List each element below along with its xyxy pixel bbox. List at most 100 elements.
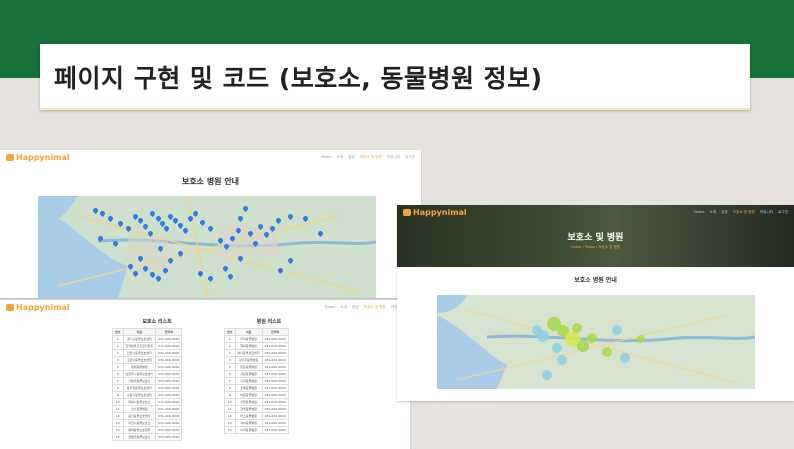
map-cluster-marker[interactable] — [532, 325, 542, 335]
nav-about[interactable]: 소개 — [709, 210, 716, 215]
nav-shelter-hospital[interactable]: 보호소 및 병원 — [364, 305, 386, 310]
col-header: 번호 — [112, 328, 124, 336]
table-row: 14 평택동물보호센터 031-000-0000 — [112, 426, 183, 434]
table-cell: 양평군동물보호소 — [122, 433, 157, 441]
table-row: 3 인천시동물보호센터 032-000-0000 — [112, 349, 183, 357]
hospital-table: 번호 이름 연락처 1 우리동물병원 031-000-0000 2 행복동물병원 031-… — [224, 328, 289, 434]
nav-home[interactable]: Home — [325, 305, 336, 310]
nav-adopt[interactable]: 입양 — [721, 210, 728, 215]
map-cluster-marker[interactable] — [612, 325, 622, 335]
table-row: 4 강아지동물병원 031-000-0000 — [224, 356, 289, 364]
table-row: 6 사랑동물병원 031-000-0000 — [224, 370, 289, 378]
table-cell: 누리동물병원 — [234, 426, 263, 434]
nav-community[interactable]: 커뮤니티 — [760, 210, 773, 215]
nav-community[interactable]: 커뮤니티 — [387, 155, 400, 160]
table-cell: 031-000-0000 — [155, 363, 183, 371]
screenshot-map-page: Happynimal Home 소개 입양 보호소 및 병원 커뮤니티 로그인 … — [0, 150, 421, 298]
table-cell: 사랑동물병원 — [234, 370, 263, 378]
table-cell: 031-000-0000 — [155, 342, 183, 350]
table-cell: 6 — [112, 370, 124, 378]
table-cell: 031-000-0000 — [261, 363, 289, 371]
table-cell: 강아지동물병원 — [234, 356, 263, 364]
table-cell: 031-000-0000 — [261, 342, 289, 350]
nav-home[interactable]: Home — [321, 155, 332, 160]
table-cell: 9 — [224, 391, 236, 399]
table-cell: 031-000-0000 — [155, 412, 183, 420]
map-background — [437, 295, 755, 389]
table-cell: 031-000-0000 — [155, 419, 183, 427]
table-cell: 031-000-0000 — [261, 384, 289, 392]
table-cell: 13 — [112, 419, 124, 427]
table-cell: 화성시동물보호소 — [122, 398, 157, 406]
map-cluster-marker[interactable] — [602, 347, 612, 357]
table-cell: 초록동물병원 — [234, 384, 263, 392]
table-cell: 4 — [112, 356, 124, 364]
nav-shelter-hospital[interactable]: 보호소 및 병원 — [360, 155, 382, 160]
map-cluster-marker[interactable] — [587, 333, 597, 343]
map-cluster-marker[interactable] — [577, 340, 589, 352]
table-cell: 나비동물병원 — [234, 377, 263, 385]
paw-icon — [6, 153, 14, 161]
map-cluster-marker[interactable] — [552, 343, 562, 353]
cluster-map[interactable] — [437, 295, 755, 389]
brand-logo-3[interactable]: Happynimal — [403, 208, 467, 217]
nav-adopt[interactable]: 입양 — [348, 155, 355, 160]
nav-shelter-hospital[interactable]: 보호소 및 병원 — [733, 210, 755, 215]
table-row: 6 남양주시동물보호센터 031-000-0000 — [112, 370, 183, 378]
nav-about[interactable]: 소개 — [336, 155, 343, 160]
table-row: 5 튼튼동물병원 031-000-0000 — [224, 363, 289, 371]
table-row: 11 한빛동물병원 031-000-0000 — [224, 405, 289, 413]
table-cell: 행복동물병원 — [234, 342, 263, 350]
brand-logo[interactable]: Happynimal — [6, 153, 70, 162]
col-header: 이름 — [234, 328, 263, 336]
slide-title: 페이지 구현 및 코드 (보호소, 동물병원 정보) — [54, 64, 543, 93]
table-row: 10 서울동물병원 031-000-0000 — [224, 398, 289, 406]
table-cell: 한국동물구조관리협회 — [122, 342, 157, 350]
table-cell: 위례동물병원 — [122, 363, 157, 371]
table-cell: 13 — [224, 419, 236, 427]
table-cell: 365동물병원 — [234, 419, 263, 427]
shelter-map[interactable] — [38, 196, 376, 298]
table-cell: 031-000-0000 — [155, 384, 183, 392]
map-cluster-marker[interactable] — [620, 353, 630, 363]
nav-about[interactable]: 소개 — [340, 305, 347, 310]
map-cluster-marker[interactable] — [557, 355, 567, 365]
table-row: 8 초록동물병원 031-000-0000 — [224, 384, 289, 392]
table-cell: 031-000-0000 — [155, 426, 183, 434]
map-cluster-marker[interactable] — [572, 323, 582, 333]
map-background — [38, 196, 376, 298]
nav-adopt[interactable]: 입양 — [352, 305, 359, 310]
table-cell: 031-000-0000 — [155, 370, 183, 378]
table-cell: 031-000-0000 — [261, 349, 289, 357]
table-cell: 031-000-0000 — [261, 426, 289, 434]
table-cell: 031-000-0000 — [155, 405, 183, 413]
paw-icon — [403, 208, 411, 216]
table-row: 13 이천시동물보호소 031-000-0000 — [112, 419, 183, 427]
table-cell: 8 — [112, 384, 124, 392]
table-row: 13 365동물병원 031-000-0000 — [224, 419, 289, 427]
brand-logo-2[interactable]: Happynimal — [6, 303, 70, 312]
hero-breadcrumb: Home / Pages / 보호소 및 병원 — [571, 245, 620, 249]
table-cell: 이천시동물보호소 — [122, 419, 157, 427]
table-cell: 031-000-0000 — [261, 419, 289, 427]
table-cell: 031-000-0000 — [155, 377, 183, 385]
table-row: 10 화성시동물보호소 031-000-0000 — [112, 398, 183, 406]
slide-title-card: 페이지 구현 및 코드 (보호소, 동물병원 정보) — [40, 44, 750, 110]
nav-links: Home 소개 입양 보호소 및 병원 커뮤니티 로그인 — [321, 155, 415, 160]
map-cluster-marker[interactable] — [542, 370, 552, 380]
table-cell: 032-000-0000 — [155, 349, 183, 357]
table-cell: 동두천동물보호센터 — [122, 384, 157, 392]
nav-home[interactable]: Home — [694, 210, 705, 215]
table-cell: 6 — [224, 370, 236, 378]
table-cell: 수원시동물보호센터 — [122, 391, 157, 399]
title-underline — [40, 108, 750, 110]
table-row: 3 하나동물의료센터 031-000-0000 — [224, 349, 289, 357]
map-cluster-marker[interactable] — [637, 335, 645, 343]
table-cell: 031-000-0000 — [155, 335, 183, 343]
page-heading-2: 보호소 병원 안내 — [574, 277, 617, 284]
nav-links-3: Home 소개 입양 보호소 및 병원 커뮤니티 로그인 — [694, 210, 788, 215]
nav-login[interactable]: 로그인 — [778, 210, 788, 215]
table-row: 8 동두천동물보호센터 031-000-0000 — [112, 384, 183, 392]
table-cell: 튼튼동물병원 — [234, 363, 263, 371]
nav-login[interactable]: 로그인 — [405, 155, 415, 160]
